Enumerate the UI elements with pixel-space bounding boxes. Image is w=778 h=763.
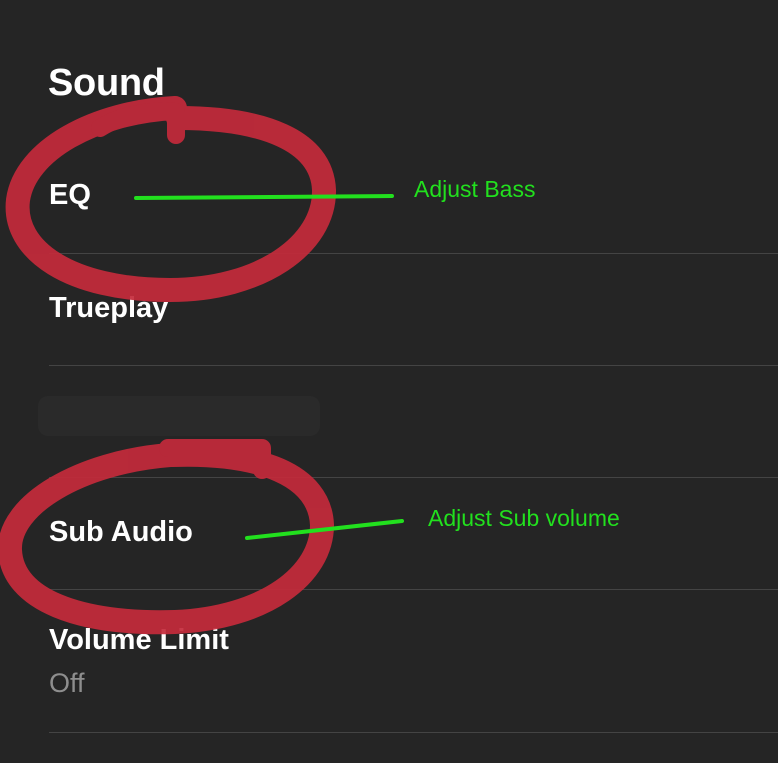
divider <box>49 365 778 366</box>
settings-item-label: EQ <box>49 179 91 211</box>
page-title: Sound <box>48 62 165 104</box>
eq-annotation-text: Adjust Bass <box>414 176 536 202</box>
settings-item-value: Off <box>49 668 85 698</box>
divider <box>49 589 778 590</box>
settings-item-eq[interactable]: EQ <box>0 175 778 253</box>
divider <box>49 253 778 254</box>
blank-settings-item <box>38 396 320 436</box>
settings-item-label: Volume Limit <box>49 624 229 656</box>
settings-item-label: Trueplay <box>49 292 169 324</box>
settings-item-trueplay[interactable]: Trueplay <box>0 288 778 365</box>
sub-annotation-text: Adjust Sub volume <box>428 505 620 531</box>
settings-item-volume-limit[interactable]: Volume Limit Off <box>0 620 778 732</box>
divider <box>49 477 778 478</box>
settings-item-label: Sub Audio <box>49 516 193 548</box>
settings-item-sub-audio[interactable]: Sub Audio <box>0 512 778 589</box>
divider <box>49 732 778 733</box>
